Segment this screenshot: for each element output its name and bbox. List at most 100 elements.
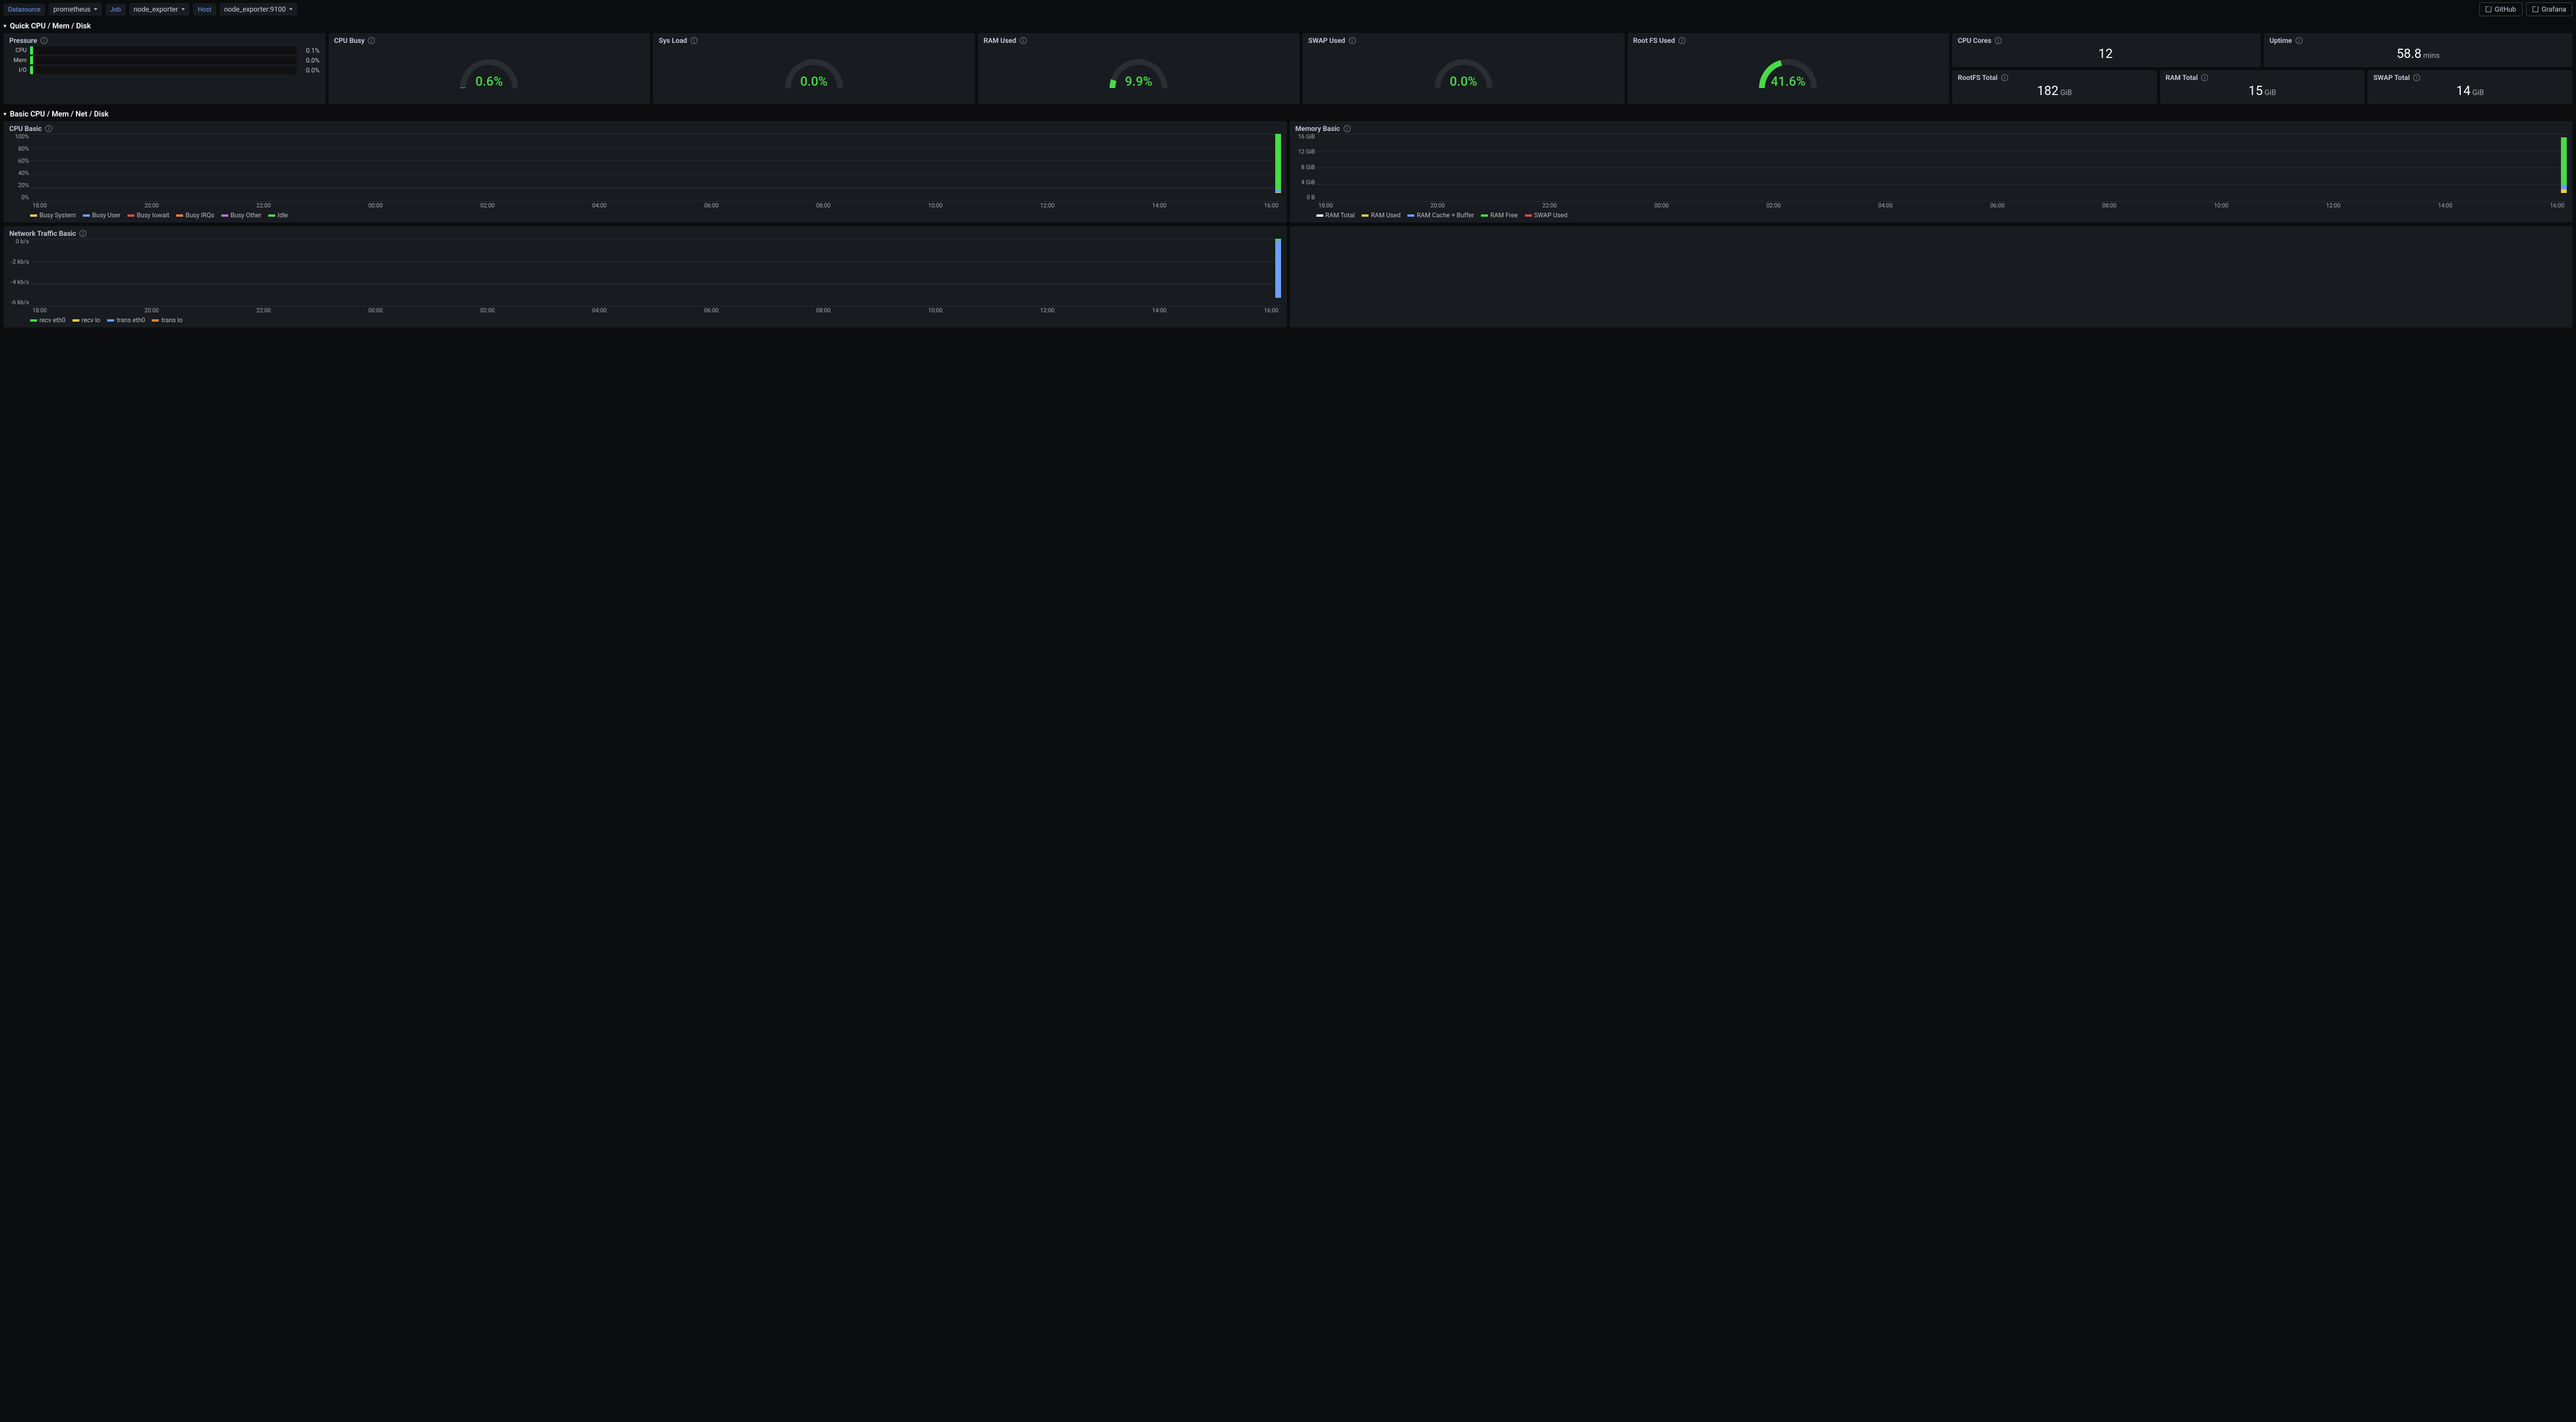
gauge-value: 0.6% — [457, 75, 521, 89]
panel-stat[interactable]: RAM Totali 15GiB — [2160, 70, 2365, 104]
legend-item[interactable]: recv lo — [72, 316, 100, 324]
panel-stat[interactable]: CPU Cores i 12 — [1952, 33, 2261, 67]
var-job[interactable]: Job — [105, 3, 126, 16]
link-github[interactable]: GitHub — [2479, 2, 2523, 16]
stat-value: 182GiB — [1958, 83, 2151, 101]
info-icon[interactable]: i — [691, 37, 698, 44]
legend-item[interactable]: Busy System — [30, 212, 76, 219]
gauge: 0.0% — [659, 46, 969, 98]
info-icon[interactable]: i — [41, 37, 48, 44]
info-icon[interactable]: i — [2001, 74, 2008, 81]
panel-gauge[interactable]: SWAP Used i 0.0% — [1302, 33, 1625, 104]
legend-item[interactable]: Busy User — [83, 212, 121, 219]
panel-network-basic[interactable]: Network Traffic Basici 0 b/s-2 kb/s-4 kb… — [3, 226, 1287, 327]
info-icon[interactable]: i — [1344, 125, 1351, 132]
var-value: prometheus — [53, 5, 90, 13]
external-link-icon — [2533, 6, 2538, 12]
x-axis: 18:0020:0022:0000:0002:0004:0006:0008:00… — [30, 203, 1281, 209]
chevron-down-icon — [289, 8, 293, 10]
info-icon[interactable]: i — [1995, 37, 2002, 44]
pressure-bar — [30, 66, 297, 74]
info-icon[interactable]: i — [2201, 74, 2208, 81]
info-icon[interactable]: i — [1679, 37, 1685, 44]
pressure-value: 0.0% — [300, 67, 320, 74]
info-icon[interactable]: i — [1349, 37, 1356, 44]
stats-column: CPU Cores i 12 Uptimei 58.8mins RootFS To… — [1952, 33, 2573, 104]
gauge: 41.6% — [1633, 46, 1944, 98]
stat-value: 14GiB — [2373, 83, 2567, 101]
panel-title: Memory Basic — [1296, 125, 1340, 133]
panel-disk-basic[interactable] — [1290, 226, 2573, 327]
var-host[interactable]: Host — [193, 3, 216, 16]
panel-gauge[interactable]: Root FS Usedi 41.6% — [1628, 33, 1950, 104]
panel-title: RootFS Total — [1958, 74, 1998, 82]
legend-item[interactable]: RAM Cache + Buffer — [1407, 212, 1474, 219]
panel-title: Uptime — [2269, 37, 2292, 45]
legend-item[interactable]: RAM Free — [1481, 212, 1518, 219]
panel-gauge[interactable]: Sys Load i 0.0% — [653, 33, 975, 104]
row-title: Quick CPU / Mem / Disk — [10, 22, 91, 31]
chevron-down-icon — [94, 8, 97, 10]
info-icon[interactable]: i — [79, 230, 86, 237]
legend-item[interactable]: trans eth0 — [107, 316, 145, 324]
panel-stat[interactable]: Uptimei 58.8mins — [2264, 33, 2573, 67]
panel-gauge[interactable]: CPU Busyi 0.6% — [329, 33, 651, 104]
var-value: node_exporter — [134, 5, 178, 13]
plot-area — [30, 134, 1281, 201]
info-icon[interactable]: i — [368, 37, 375, 44]
panel-gauge[interactable]: RAM Usedi 9.9% — [978, 33, 1300, 104]
info-icon[interactable]: i — [1020, 37, 1027, 44]
chart[interactable]: 16 GiB12 GiB8 GiB4 GiB0 B 18:0020:0022:0… — [1296, 134, 2567, 209]
panel-stat[interactable]: SWAP Totali 14GiB — [2367, 70, 2573, 104]
pressure-bar — [30, 46, 297, 54]
row-quick[interactable]: ▾ Quick CPU / Mem / Disk — [3, 20, 2573, 33]
legend-item[interactable]: Busy Iowait — [127, 212, 169, 219]
panel-title: Sys Load — [659, 37, 687, 45]
panel-stat[interactable]: RootFS Totali 182GiB — [1952, 70, 2157, 104]
panel-cpu-basic[interactable]: CPU Basici 100%80%60%40%20%0% 18:0020:00… — [3, 121, 1287, 223]
external-link-icon — [2486, 6, 2491, 12]
legend-item[interactable]: RAM Used — [1362, 212, 1400, 219]
legend-item[interactable]: RAM Total — [1316, 212, 1355, 219]
legend-item[interactable]: Busy Other — [221, 212, 261, 219]
info-icon[interactable]: i — [45, 125, 52, 132]
gauge-value: 41.6% — [1756, 75, 1820, 89]
chevron-down-icon: ▾ — [3, 23, 6, 30]
plot-area — [30, 239, 1281, 306]
legend-item[interactable]: SWAP Used — [1525, 212, 1568, 219]
var-label: Datasource — [8, 6, 41, 13]
var-host-value[interactable]: node_exporter:9100 — [220, 3, 298, 16]
gauge: 9.9% — [984, 46, 1294, 98]
chart[interactable]: 0 b/s-2 kb/s-4 kb/s-6 kb/s 18:0020:0022:… — [9, 239, 1281, 314]
y-axis: 0 b/s-2 kb/s-4 kb/s-6 kb/s — [9, 239, 29, 306]
legend-item[interactable]: Busy IRQs — [176, 212, 214, 219]
gauge-value: 0.0% — [1432, 75, 1495, 89]
chart[interactable]: 100%80%60%40%20%0% 18:0020:0022:0000:000… — [9, 134, 1281, 209]
var-datasource-value[interactable]: prometheus — [49, 3, 102, 16]
y-axis: 100%80%60%40%20%0% — [9, 134, 29, 201]
panel-title: SWAP Used — [1308, 37, 1345, 45]
var-job-value[interactable]: node_exporter — [129, 3, 190, 16]
var-value: node_exporter:9100 — [224, 5, 286, 13]
stat-value: 12 — [1958, 46, 2255, 64]
y-axis: 16 GiB12 GiB8 GiB4 GiB0 B — [1296, 134, 1315, 201]
stat-value: 15GiB — [2166, 83, 2359, 101]
chevron-down-icon — [181, 8, 185, 10]
legend-item[interactable]: Idle — [268, 212, 288, 219]
var-label: Job — [110, 6, 121, 13]
panel-title: Network Traffic Basic — [9, 229, 76, 238]
pressure-row: Mem 0.0% — [9, 56, 320, 64]
legend: Busy System Busy User Busy Iowait Busy IRQs… — [9, 209, 1281, 219]
var-datasource[interactable]: Datasource — [3, 3, 45, 16]
gauge: 0.0% — [1308, 46, 1619, 98]
link-grafana[interactable]: Grafana — [2526, 2, 2573, 16]
legend-item[interactable]: trans lo — [152, 316, 183, 324]
panel-title: CPU Cores — [1958, 37, 1991, 45]
info-icon[interactable]: i — [2296, 37, 2303, 44]
info-icon[interactable]: i — [2413, 74, 2420, 81]
x-axis: 18:0020:0022:0000:0002:0004:0006:0008:00… — [30, 308, 1281, 314]
row-basic[interactable]: ▾ Basic CPU / Mem / Net / Disk — [3, 108, 2573, 121]
legend-item[interactable]: recv eth0 — [30, 316, 65, 324]
panel-pressure[interactable]: Pressurei CPU 0.1% Mem 0.0% I/O 0.0% — [3, 33, 326, 104]
panel-memory-basic[interactable]: Memory Basic i 16 GiB12 GiB8 GiB4 GiB0 B … — [1290, 121, 2573, 223]
